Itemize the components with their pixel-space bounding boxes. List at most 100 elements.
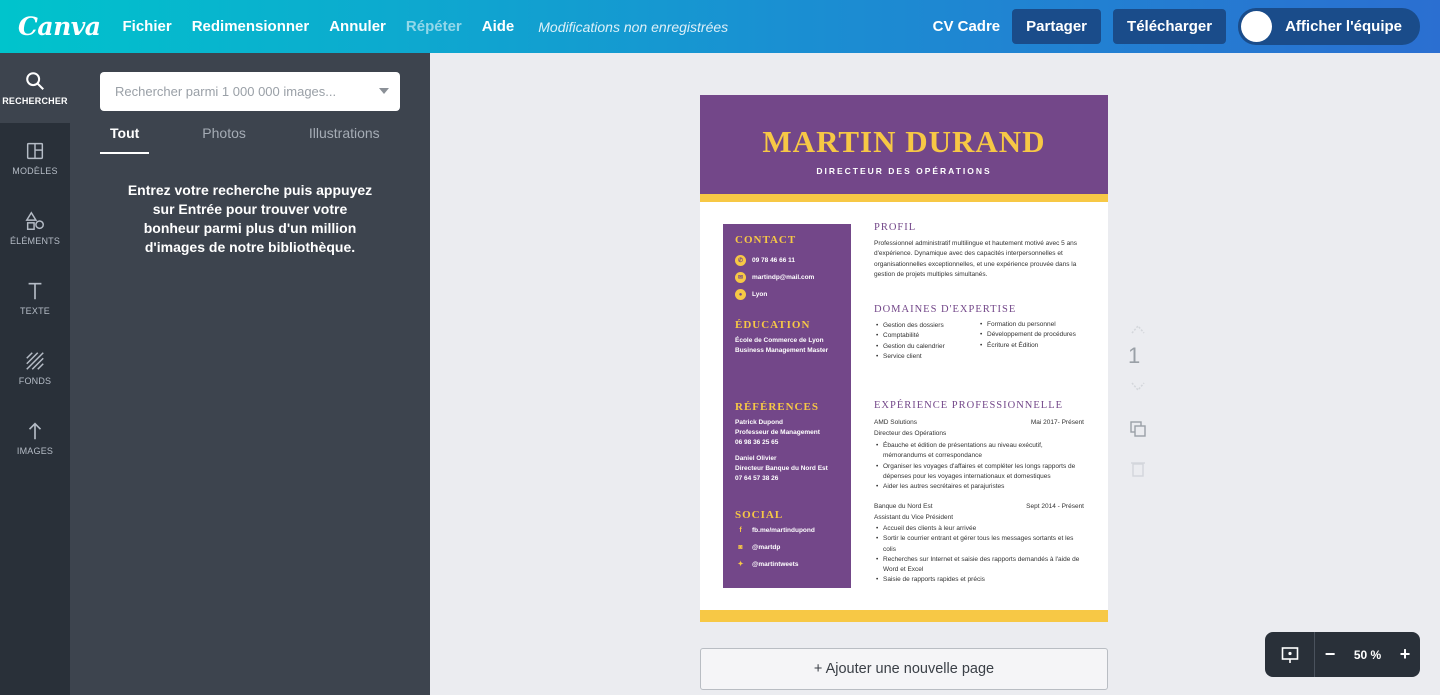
contact-heading[interactable]: CONTACT [735, 234, 796, 246]
expertise-list-1[interactable]: Gestion des dossiers Comptabilité Gestio… [874, 321, 974, 362]
menu-file[interactable]: Fichier [123, 18, 172, 35]
page-down-icon[interactable] [1128, 380, 1148, 394]
education-school[interactable]: École de Commerce de Lyon [735, 336, 824, 346]
ref1-name[interactable]: Patrick Dupond [735, 418, 783, 428]
menu-resize[interactable]: Redimensionner [192, 18, 310, 35]
download-button[interactable]: Télécharger [1113, 9, 1227, 44]
social-facebook-text: fb.me/martindupond [752, 527, 815, 534]
references-heading[interactable]: RÉFÉRENCES [735, 401, 819, 413]
search-box[interactable] [100, 72, 400, 111]
social-twitter-text: @martintweets [752, 560, 799, 568]
chevron-down-icon[interactable] [379, 88, 389, 94]
list-item: Comptabilité [874, 331, 974, 342]
contact-phone[interactable]: ✆ 09 78 46 66 11 [735, 255, 795, 266]
list-item: Écriture et Édition [978, 341, 1086, 352]
add-page-button[interactable]: + Ajouter une nouvelle page [700, 648, 1108, 690]
nav-images[interactable]: IMAGES [0, 403, 70, 473]
job2-title[interactable]: Assistant du Vice Président [874, 514, 1086, 521]
search-input[interactable] [115, 84, 370, 99]
social-facebook[interactable]: f fb.me/martindupond [735, 527, 815, 534]
resume-sidebar[interactable]: CONTACT ✆ 09 78 46 66 11 ✉ martindp@mail… [723, 224, 851, 588]
list-item: Gestion des dossiers [874, 321, 974, 332]
resume-name[interactable]: MARTIN DURAND [700, 124, 1108, 160]
text-icon [28, 282, 42, 300]
save-status: Modifications non enregistrées [538, 18, 729, 35]
trash-icon[interactable] [1128, 459, 1148, 479]
education-degree[interactable]: Business Management Master [735, 346, 828, 356]
list-item: Développement de procédures [978, 330, 1086, 341]
list-item: Recherches sur Internet et saisie des ra… [874, 555, 1086, 576]
ref1-title[interactable]: Professeur de Management [735, 428, 820, 438]
job2-header[interactable]: Banque du Nord Est Sept 2014 - Présent [874, 503, 1086, 510]
present-button[interactable] [1265, 632, 1315, 677]
social-instagram[interactable]: ◙ @martdp [735, 544, 780, 551]
ref2-title[interactable]: Directeur Banque du Nord Est [735, 464, 828, 474]
job1-title[interactable]: Directeur des Opérations [874, 430, 1086, 437]
nav-templates[interactable]: MODÈLES [0, 123, 70, 193]
contact-city-text: Lyon [752, 291, 768, 298]
facebook-icon: f [739, 527, 742, 534]
show-team-label: Afficher l'équipe [1285, 18, 1402, 35]
education-heading[interactable]: ÉDUCATION [735, 319, 810, 331]
social-heading[interactable]: SOCIAL [735, 509, 783, 521]
left-nav: RECHERCHER MODÈLES ÉLÉMENTS TEXTE FONDS … [0, 53, 70, 695]
nav-search-label: RECHERCHER [2, 96, 68, 106]
page-number: 1 [1128, 343, 1141, 368]
canva-logo[interactable]: Canva [18, 12, 101, 41]
resume-role[interactable]: DIRECTEUR DES OPÉRATIONS [700, 166, 1108, 176]
menu-redo[interactable]: Répéter [406, 18, 462, 35]
nav-templates-label: MODÈLES [12, 166, 58, 176]
footer-accent-line[interactable] [700, 610, 1108, 622]
profile-text[interactable]: Professionnel administratif multilingue … [874, 239, 1086, 280]
social-twitter[interactable]: ✦ @martintweets [735, 560, 799, 569]
ref2-phone[interactable]: 07 64 57 38 26 [735, 474, 778, 484]
resume-page[interactable]: MARTIN DURAND DIRECTEUR DES OPÉRATIONS C… [700, 95, 1108, 622]
search-panel: Tout Photos Illustrations Entrez votre r… [70, 53, 430, 695]
social-instagram-text: @martdp [752, 544, 781, 551]
tab-illustrations[interactable]: Illustrations [309, 123, 380, 154]
tab-photos[interactable]: Photos [202, 123, 246, 154]
nav-search[interactable]: RECHERCHER [0, 53, 70, 123]
header-accent-line[interactable] [700, 194, 1108, 202]
ref2-name[interactable]: Daniel Olivier [735, 454, 777, 464]
profile-heading[interactable]: PROFIL [874, 222, 916, 233]
nav-backgrounds[interactable]: FONDS [0, 333, 70, 403]
job2-dates: Sept 2014 - Présent [1026, 503, 1084, 510]
share-button[interactable]: Partager [1012, 9, 1102, 44]
zoom-bar: − 50 % + [1265, 632, 1420, 677]
expertise-heading[interactable]: DOMAINES D'EXPERTISE [874, 304, 1016, 315]
expertise-list-2[interactable]: Formation du personnel Développement de … [978, 320, 1086, 351]
page-up-icon[interactable] [1128, 322, 1148, 336]
zoom-in-button[interactable]: + [1390, 632, 1420, 677]
duplicate-page-icon[interactable] [1128, 419, 1148, 439]
tab-all[interactable]: Tout [100, 123, 150, 154]
contact-email[interactable]: ✉ martindp@mail.com [735, 272, 814, 283]
search-tabs: Tout Photos Illustrations [100, 123, 400, 154]
menu-help[interactable]: Aide [482, 18, 515, 35]
search-icon [26, 72, 44, 90]
job2-company: Banque du Nord Est [874, 503, 933, 510]
nav-backgrounds-label: FONDS [18, 376, 52, 386]
contact-city[interactable]: ● Lyon [735, 289, 767, 300]
show-team-button[interactable]: Afficher l'équipe [1238, 8, 1420, 45]
ref1-phone[interactable]: 06 98 36 25 65 [735, 438, 778, 448]
zoom-out-button[interactable]: − [1315, 632, 1345, 677]
nav-elements[interactable]: ÉLÉMENTS [0, 193, 70, 263]
phone-icon: ✆ [735, 255, 746, 266]
list-item: Organiser les voyages d'affaires et comp… [874, 462, 1086, 483]
location-pin-icon: ● [735, 289, 746, 300]
layout-icon [26, 142, 44, 160]
zoom-level[interactable]: 50 % [1345, 648, 1390, 662]
experience-heading[interactable]: EXPÉRIENCE PROFESSIONNELLE [874, 400, 1063, 411]
nav-text[interactable]: TEXTE [0, 263, 70, 333]
presentation-icon [1281, 646, 1298, 663]
nav-text-label: TEXTE [19, 306, 50, 316]
job1-header[interactable]: AMD Solutions Mai 2017- Présent [874, 419, 1086, 426]
document-title[interactable]: CV Cadre [933, 18, 1001, 35]
search-help-text: Entrez votre recherche puis appuyez sur … [127, 182, 373, 255]
list-item: Formation du personnel [978, 320, 1086, 331]
job2-bullets[interactable]: Accueil des clients à leur arrivée Sorti… [874, 524, 1086, 586]
job1-bullets[interactable]: Ébauche et édition de présentations au n… [874, 441, 1086, 493]
contact-phone-text: 09 78 46 66 11 [752, 257, 796, 264]
menu-undo[interactable]: Annuler [329, 18, 386, 35]
